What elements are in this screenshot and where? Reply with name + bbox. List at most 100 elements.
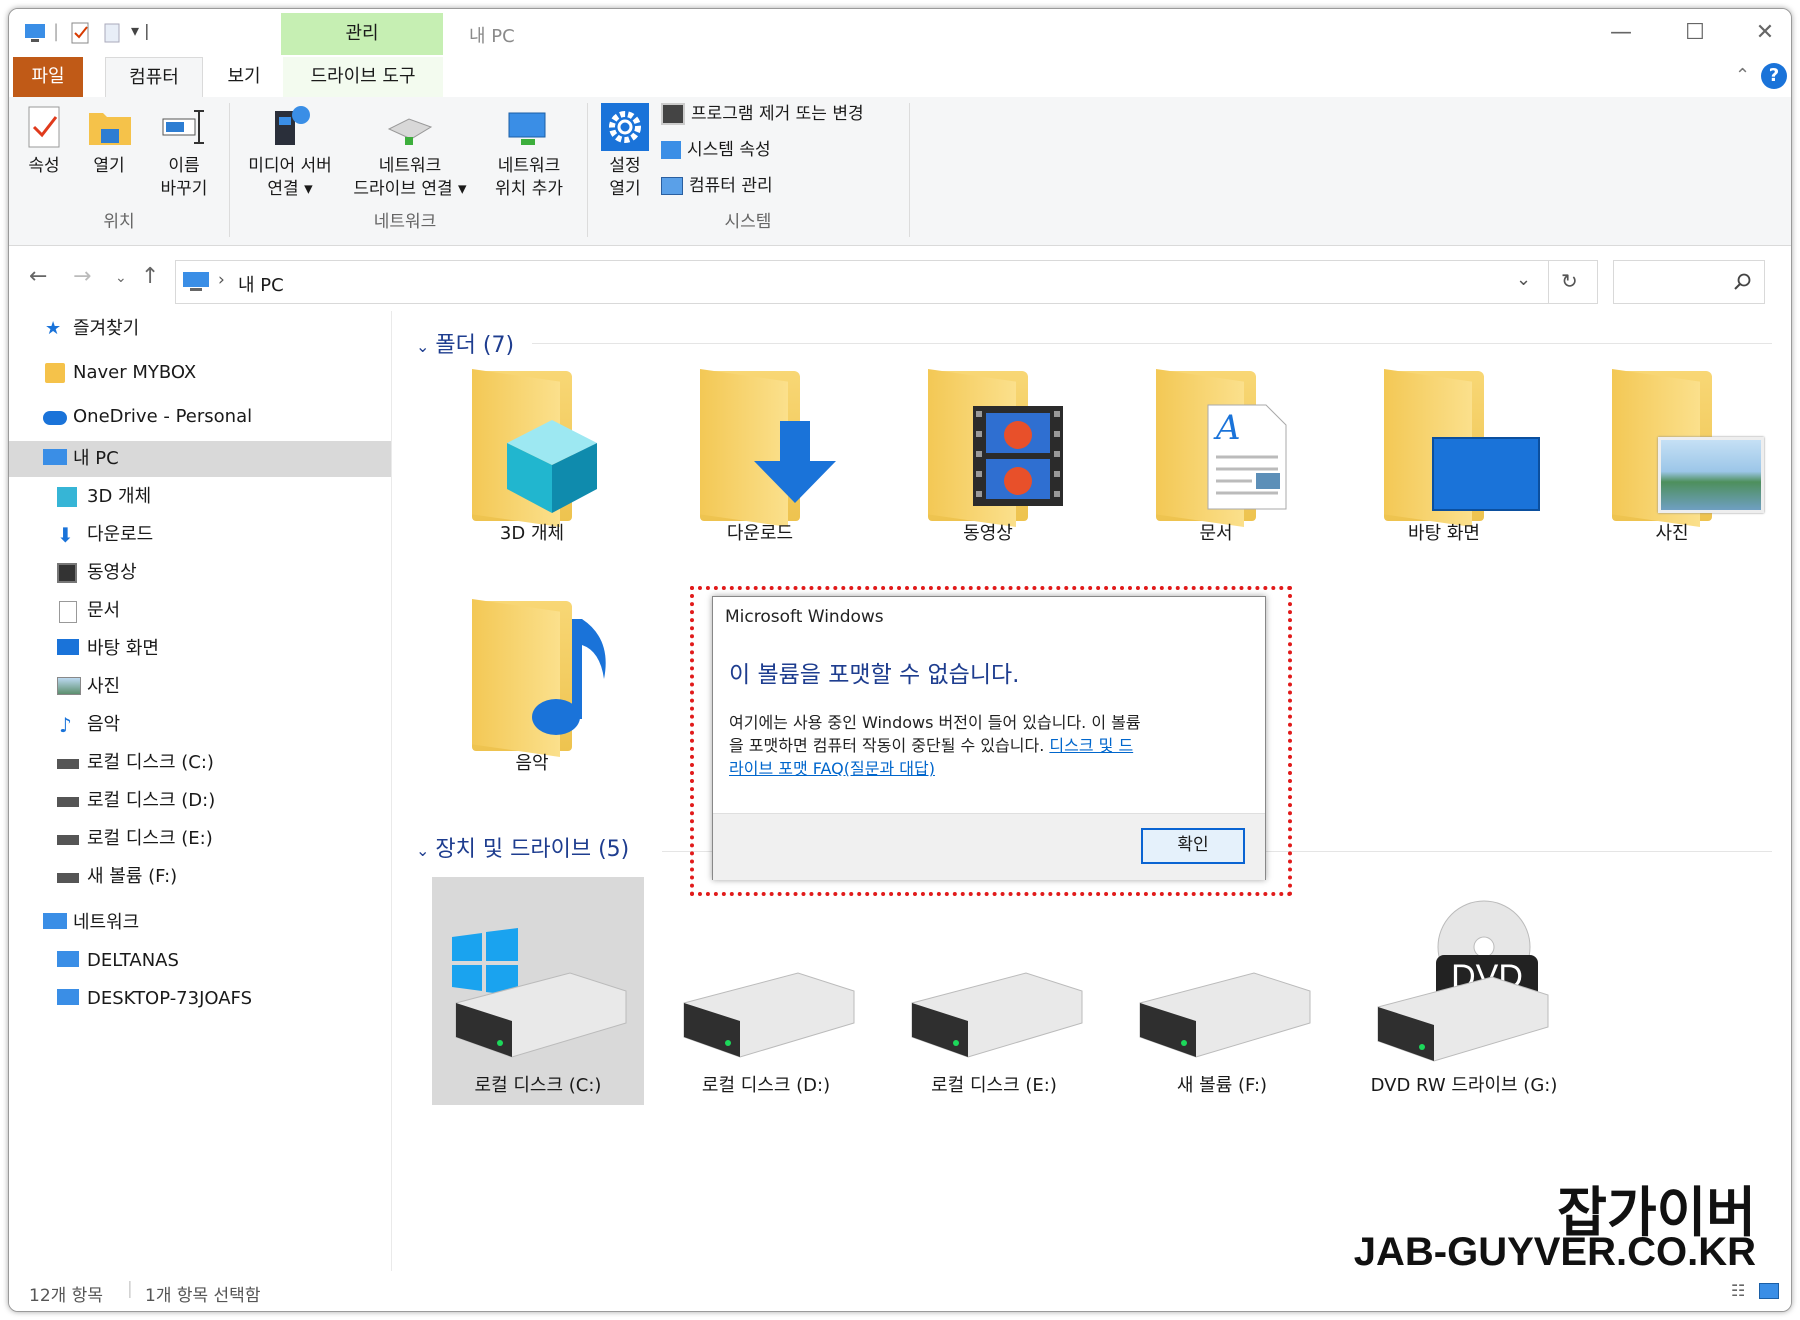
picture-icon bbox=[57, 677, 81, 695]
back-arrow-icon[interactable]: ← bbox=[29, 264, 47, 289]
nav-downloads[interactable]: ⬇ 다운로드 bbox=[9, 517, 391, 553]
nav-label: OneDrive - Personal bbox=[73, 406, 253, 427]
ribbon-tabs: 파일 컴퓨터 보기 드라이브 도구 ⌃ ? bbox=[9, 57, 1791, 98]
nav-desktop[interactable]: 바탕 화면 bbox=[9, 631, 391, 667]
folder-label: 동영상 bbox=[963, 523, 1013, 544]
qat-dropdown-icon[interactable]: ▾ | bbox=[131, 21, 150, 40]
collapse-ribbon-icon[interactable]: ⌃ bbox=[1735, 65, 1750, 86]
group-separator bbox=[909, 103, 910, 237]
refresh-button[interactable]: ↻ bbox=[1547, 260, 1598, 304]
folder-label: 사진 bbox=[1655, 523, 1689, 544]
large-icons-view-icon[interactable] bbox=[1759, 1283, 1779, 1299]
rename-label-1: 이름 bbox=[168, 156, 200, 176]
drive-e-tile[interactable]: 로컬 디스크 (E:) bbox=[888, 877, 1100, 1105]
nav-this-pc[interactable]: 내 PC bbox=[9, 441, 391, 477]
system-properties-button[interactable]: 시스템 속성 bbox=[661, 135, 901, 165]
nav-label: 새 볼륨 (F:) bbox=[87, 866, 178, 887]
properties-qat-icon[interactable] bbox=[69, 21, 93, 45]
properties-button[interactable]: 속성 bbox=[19, 103, 69, 203]
folder-desktop[interactable]: 바탕 화면 bbox=[1344, 361, 1544, 561]
rename-icon bbox=[162, 110, 204, 144]
media-server-button[interactable]: 미디어 서버 연결 ▾ bbox=[235, 103, 345, 203]
open-button[interactable]: 열기 bbox=[81, 103, 137, 203]
nav-label: 네트워크 bbox=[73, 912, 140, 933]
uninstall-program-button[interactable]: 프로그램 제거 또는 변경 bbox=[661, 99, 901, 129]
window-title: 내 PC bbox=[469, 26, 515, 47]
nav-label: 사진 bbox=[87, 676, 121, 697]
film-strip-icon bbox=[973, 406, 1063, 506]
folder-pictures[interactable]: 사진 bbox=[1572, 361, 1772, 561]
add-network-location-button[interactable]: 네트워크 위치 추가 bbox=[479, 103, 579, 203]
folder-3d-objects[interactable]: 3D 개체 bbox=[432, 361, 632, 561]
folder-label: 바탕 화면 bbox=[1408, 523, 1480, 544]
svg-text:A: A bbox=[1213, 408, 1241, 448]
nav-music[interactable]: ♪ 음악 bbox=[9, 707, 391, 743]
folder-music[interactable]: 음악 bbox=[432, 591, 632, 791]
address-bar[interactable]: › 내 PC ⌄ bbox=[175, 260, 1549, 304]
nav-drive-e[interactable]: 로컬 디스크 (E:) bbox=[9, 821, 391, 857]
nav-naver-mybox[interactable]: Naver MYBOX bbox=[9, 355, 391, 391]
context-tab-manage[interactable]: 관리 bbox=[281, 13, 443, 55]
nav-desktop-73joafs[interactable]: DESKTOP-73JOAFS bbox=[9, 981, 391, 1017]
up-arrow-icon[interactable]: ↑ bbox=[141, 264, 159, 289]
dialog-title: Microsoft Windows bbox=[725, 607, 884, 627]
maximize-button[interactable]: ☐ bbox=[1669, 17, 1721, 49]
nav-drive-f[interactable]: 새 볼륨 (F:) bbox=[9, 859, 391, 895]
folders-section-header[interactable]: ⌄ 폴더 (7) bbox=[416, 327, 514, 359]
drive-c-tile[interactable]: 로컬 디스크 (C:) bbox=[432, 877, 644, 1105]
hard-drive-icon bbox=[455, 972, 627, 1058]
nav-drive-c[interactable]: 로컬 디스크 (C:) bbox=[9, 745, 391, 781]
format-faq-link[interactable]: 디스크 및 드 bbox=[1049, 736, 1133, 755]
folder-label: 문서 bbox=[1199, 523, 1233, 544]
breadcrumb-this-pc[interactable]: 내 PC bbox=[238, 271, 284, 297]
nav-label: 바탕 화면 bbox=[87, 638, 159, 659]
rename-button[interactable]: 이름 바꾸기 bbox=[149, 103, 219, 203]
hard-drive-icon bbox=[911, 972, 1083, 1058]
computer-icon bbox=[57, 951, 79, 967]
forward-arrow-icon[interactable]: → bbox=[73, 264, 91, 289]
nav-pictures[interactable]: 사진 bbox=[9, 669, 391, 705]
status-bar: 12개 항목 | 1개 항목 선택함 ☷ bbox=[9, 1271, 1791, 1311]
open-folder-icon bbox=[89, 113, 131, 145]
new-folder-qat-icon[interactable] bbox=[101, 21, 125, 45]
folder-videos[interactable]: 동영상 bbox=[888, 361, 1088, 561]
computer-management-icon bbox=[661, 177, 683, 195]
nav-onedrive[interactable]: OneDrive - Personal bbox=[9, 399, 391, 435]
format-faq-link-cont[interactable]: 라이브 포맷 FAQ(질문과 대답) bbox=[729, 759, 935, 778]
cloud-icon bbox=[43, 411, 67, 425]
nav-documents[interactable]: 문서 bbox=[9, 593, 391, 629]
dialog-body-line-1: 여기에는 사용 중인 Windows 버전이 들어 있습니다. 이 볼륨 bbox=[729, 713, 1141, 732]
close-button[interactable]: ✕ bbox=[1739, 17, 1791, 49]
tab-view[interactable]: 보기 bbox=[209, 57, 279, 97]
nav-drive-d[interactable]: 로컬 디스크 (D:) bbox=[9, 783, 391, 819]
desktop-icon bbox=[57, 639, 79, 655]
nav-3d-objects[interactable]: 3D 개체 bbox=[9, 479, 391, 515]
address-dropdown-icon[interactable]: ⌄ bbox=[1516, 269, 1531, 290]
search-input[interactable] bbox=[1613, 260, 1765, 304]
drives-section-header[interactable]: ⌄ 장치 및 드라이브 (5) bbox=[416, 831, 629, 863]
nav-quick-access[interactable]: ★ 즐겨찾기 bbox=[9, 311, 391, 347]
nav-deltanas[interactable]: DELTANAS bbox=[9, 943, 391, 979]
ok-button[interactable]: 확인 bbox=[1141, 828, 1245, 864]
tab-drive-tools[interactable]: 드라이브 도구 bbox=[283, 57, 443, 97]
drive-d-tile[interactable]: 로컬 디스크 (D:) bbox=[660, 877, 872, 1105]
media-server-icon bbox=[275, 106, 310, 145]
drive-g-dvd-tile[interactable]: DVD DVD RW 드라이브 (G:) bbox=[1344, 877, 1584, 1105]
tab-computer[interactable]: 컴퓨터 bbox=[105, 57, 203, 98]
tab-file[interactable]: 파일 bbox=[13, 57, 83, 97]
folder-downloads[interactable]: 다운로드 bbox=[660, 361, 860, 561]
recent-locations-chevron-icon[interactable]: ⌄ bbox=[115, 270, 127, 286]
folder-documents[interactable]: A 문서 bbox=[1116, 361, 1316, 561]
help-icon[interactable]: ? bbox=[1761, 63, 1787, 89]
nav-label: 로컬 디스크 (C:) bbox=[87, 752, 214, 773]
open-settings-button[interactable]: 설정 열기 bbox=[595, 99, 655, 203]
nav-videos[interactable]: 동영상 bbox=[9, 555, 391, 591]
computer-management-button[interactable]: 컴퓨터 관리 bbox=[661, 171, 901, 201]
details-view-icon[interactable]: ☷ bbox=[1731, 1281, 1745, 1300]
nav-network[interactable]: 네트워크 bbox=[9, 905, 391, 941]
media-server-label-2: 연결 ▾ bbox=[267, 179, 313, 199]
minimize-button[interactable]: — bbox=[1595, 17, 1647, 49]
map-network-drive-button[interactable]: 네트워크 드라이브 연결 ▾ bbox=[345, 103, 475, 203]
landscape-picture-icon bbox=[1658, 437, 1764, 513]
drive-f-tile[interactable]: 새 볼륨 (F:) bbox=[1116, 877, 1328, 1105]
